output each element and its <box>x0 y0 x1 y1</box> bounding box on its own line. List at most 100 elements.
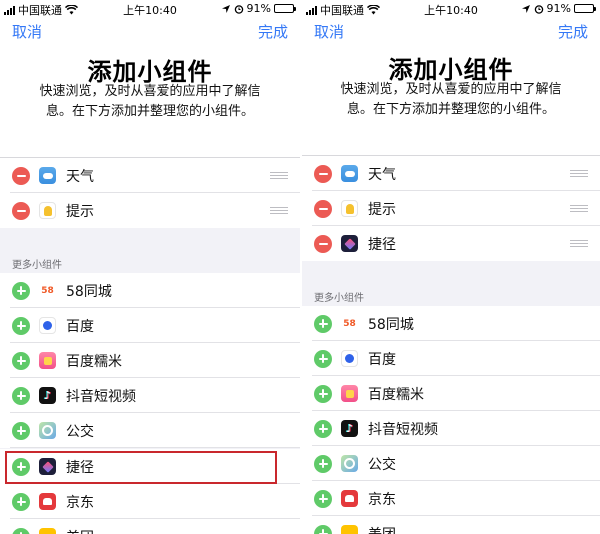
add-widget-button[interactable] <box>314 314 332 333</box>
reorder-handle-icon[interactable] <box>570 240 588 247</box>
description-line-2: 息。在下方添加并整理您的小组件。 <box>346 102 555 117</box>
widget-label: 百度糯米 <box>368 386 424 403</box>
baidu-icon <box>39 317 56 334</box>
add-widget-button[interactable] <box>314 454 332 473</box>
widget-label: 58同城 <box>66 283 112 300</box>
bus-icon <box>341 455 358 472</box>
baidu-icon <box>341 350 358 367</box>
widget-label: 提示 <box>368 201 396 218</box>
widget-label: 抖音短视频 <box>368 421 438 438</box>
status-bar: 中国联通 上午10:40 91% <box>0 0 300 18</box>
more-widgets-header: 更多小组件 <box>12 260 62 271</box>
more-widget-row: 抖音短视频 <box>0 378 300 413</box>
widget-label: 提示 <box>66 203 94 220</box>
widget-label: 天气 <box>66 168 94 185</box>
58-tongcheng-icon: 58 <box>341 315 358 332</box>
more-widget-row: 58 58同城 <box>302 306 600 341</box>
widget-label: 京东 <box>368 491 396 508</box>
more-widget-row: 58 58同城 <box>0 273 300 308</box>
remove-widget-button[interactable] <box>12 201 30 220</box>
shortcuts-icon <box>341 235 358 252</box>
active-widget-row: 天气 <box>0 158 300 193</box>
bus-icon <box>39 422 56 439</box>
add-widget-button[interactable] <box>12 421 30 440</box>
more-widget-row: 百度糯米 <box>0 343 300 378</box>
cancel-button[interactable]: 取消 <box>314 21 344 42</box>
remove-widget-button[interactable] <box>314 234 332 253</box>
active-widget-row: 提示 <box>0 193 300 228</box>
more-widget-row: 抖音短视频 <box>302 411 600 446</box>
add-widget-button[interactable] <box>12 527 30 534</box>
add-widget-button[interactable] <box>12 457 30 476</box>
done-button[interactable]: 完成 <box>558 21 588 42</box>
douyin-icon <box>39 387 56 404</box>
widget-label: 公交 <box>66 423 94 440</box>
weather-icon <box>341 165 358 182</box>
widget-label: 美团 <box>368 524 396 534</box>
reorder-handle-icon[interactable] <box>570 170 588 177</box>
battery-percent: 91% <box>546 2 571 15</box>
jd-icon <box>39 493 56 510</box>
more-widget-row: 百度糯米 <box>302 376 600 411</box>
remove-widget-button[interactable] <box>12 166 30 185</box>
active-widget-row: 提示 <box>302 191 600 226</box>
battery-icon <box>274 4 296 13</box>
meituan-icon <box>341 525 358 534</box>
add-widget-button[interactable] <box>12 351 30 370</box>
widget-label: 捷径 <box>368 236 396 253</box>
description-line-1: 快速浏览，及时从喜爱的应用中了解信 <box>340 82 562 97</box>
add-widget-button[interactable] <box>12 281 30 300</box>
add-widget-button[interactable] <box>314 489 332 508</box>
reorder-handle-icon[interactable] <box>270 172 288 179</box>
status-bar: 中国联通 上午10:40 91% <box>302 0 600 18</box>
widget-label: 58同城 <box>368 316 414 333</box>
widget-label: 抖音短视频 <box>66 388 136 405</box>
location-icon <box>221 4 230 13</box>
active-widget-row: 天气 <box>302 156 600 191</box>
add-widget-button[interactable] <box>314 524 332 534</box>
more-widgets-header: 更多小组件 <box>314 293 364 304</box>
widget-label: 百度 <box>66 318 94 335</box>
weather-icon <box>39 167 56 184</box>
more-widget-row: 美团 <box>0 519 300 534</box>
widget-label: 天气 <box>368 166 396 183</box>
more-widget-row: 美团 <box>302 516 600 534</box>
remove-widget-button[interactable] <box>314 164 332 183</box>
phone-screen-before: 中国联通 上午10:40 91% 取消 完成 添加小组件 快速浏览，及时从喜爱的… <box>0 0 300 534</box>
add-widget-button[interactable] <box>314 384 332 403</box>
shortcuts-icon <box>39 458 56 475</box>
remove-widget-button[interactable] <box>314 199 332 218</box>
widget-label: 捷径 <box>66 459 94 476</box>
reorder-handle-icon[interactable] <box>570 205 588 212</box>
cancel-button[interactable]: 取消 <box>12 21 42 42</box>
widget-label: 公交 <box>368 456 396 473</box>
description-line-2: 息。在下方添加并整理您的小组件。 <box>45 104 254 119</box>
more-widget-row: 捷径 <box>0 449 300 484</box>
add-widget-button[interactable] <box>12 386 30 405</box>
battery-icon <box>574 4 596 13</box>
battery-percent: 91% <box>246 2 271 15</box>
page-description: 快速浏览，及时从喜爱的应用中了解信 息。在下方添加并整理您的小组件。 <box>334 80 568 120</box>
more-widget-row: 京东 <box>0 484 300 519</box>
add-widget-button[interactable] <box>12 492 30 511</box>
page-description: 快速浏览，及时从喜爱的应用中了解信 息。在下方添加并整理您的小组件。 <box>32 82 268 122</box>
add-widget-button[interactable] <box>314 349 332 368</box>
baidu-nuomi-icon <box>341 385 358 402</box>
meituan-icon <box>39 528 56 534</box>
done-button[interactable]: 完成 <box>258 21 288 42</box>
baidu-nuomi-icon <box>39 352 56 369</box>
58-tongcheng-icon: 58 <box>39 282 56 299</box>
add-widget-button[interactable] <box>12 316 30 335</box>
phone-screen-after: 中国联通 上午10:40 91% 取消 完成 添加小组件 快速浏览，及时从喜爱的… <box>302 0 600 534</box>
reminders-icon <box>341 200 358 217</box>
reorder-handle-icon[interactable] <box>270 207 288 214</box>
widget-label: 百度糯米 <box>66 353 122 370</box>
widget-label: 美团 <box>66 527 94 534</box>
alarm-icon <box>234 4 243 14</box>
more-widget-row: 公交 <box>302 446 600 481</box>
add-widget-button[interactable] <box>314 419 332 438</box>
more-widget-row: 公交 <box>0 413 300 448</box>
jd-icon <box>341 490 358 507</box>
location-icon <box>521 4 530 13</box>
widget-label: 京东 <box>66 494 94 511</box>
